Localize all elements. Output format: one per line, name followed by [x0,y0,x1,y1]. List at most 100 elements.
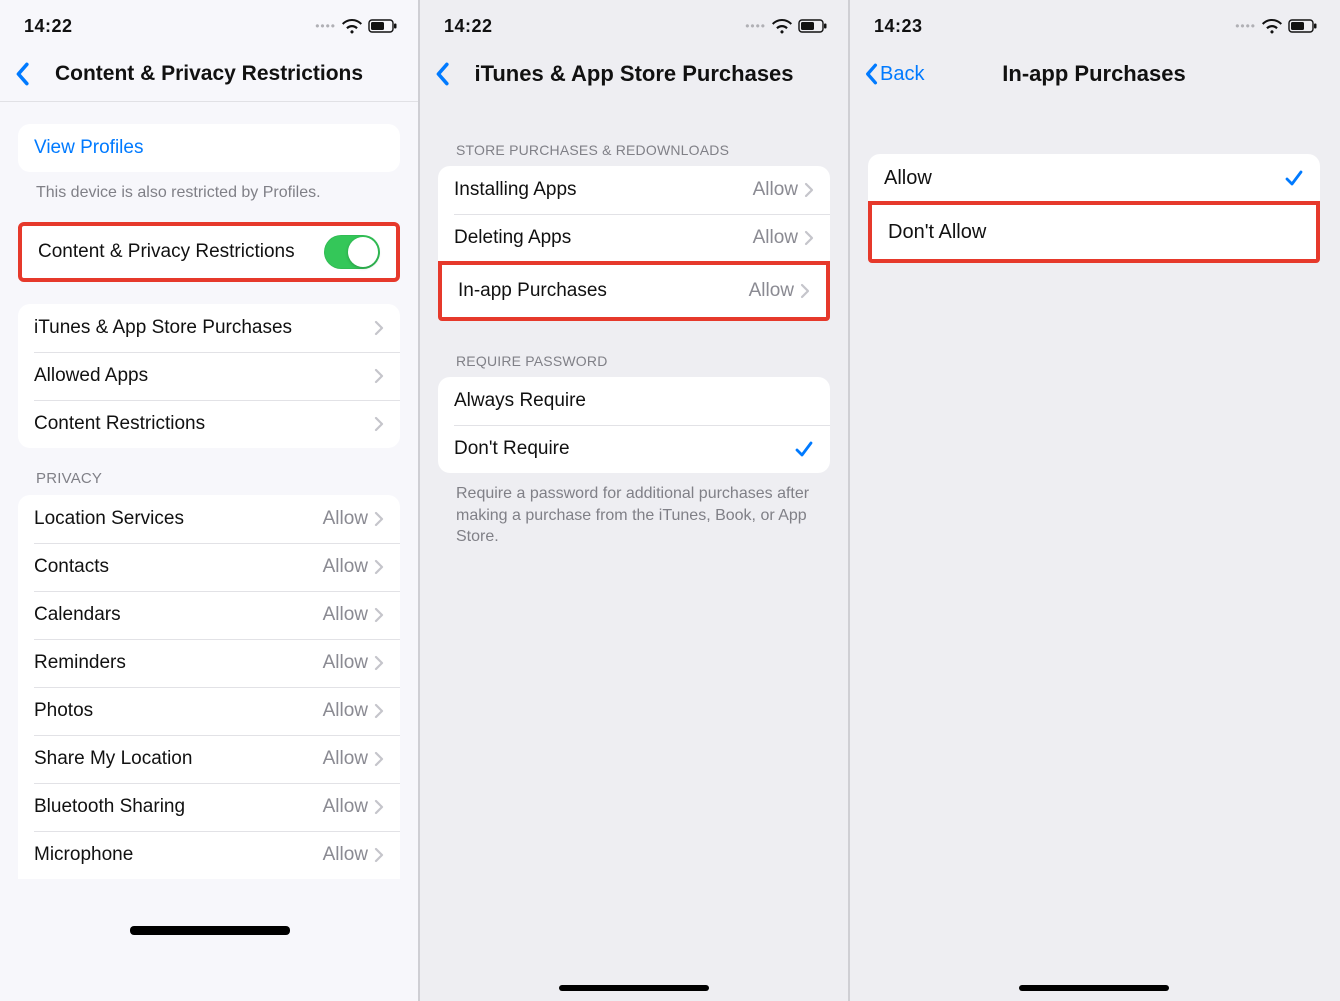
row-label: Allowed Apps [34,365,148,387]
row-value: Allow [323,748,368,770]
privacy-row-bluetooth[interactable]: Bluetooth Sharing Allow [18,783,400,831]
wifi-icon [342,19,362,34]
chevron-left-icon [434,62,450,86]
back-button[interactable]: Back [858,59,930,90]
content: View Profiles This device is also restri… [0,102,418,1001]
allowed-apps-row[interactable]: Allowed Apps [18,352,400,400]
row-label: Deleting Apps [454,227,571,249]
row-label: Contacts [34,556,109,578]
content-privacy-toggle-label: Content & Privacy Restrictions [38,241,295,263]
always-require-row[interactable]: Always Require [438,377,830,425]
status-right: •••• [745,19,828,34]
page-title: iTunes & App Store Purchases [420,61,848,87]
row-label: Content Restrictions [34,413,205,435]
nav-card: iTunes & App Store Purchases Allowed App… [18,304,400,448]
chevron-right-icon [374,703,384,719]
checkmark-icon [1284,169,1304,187]
row-label: Don't Allow [888,221,986,244]
chevron-right-icon [374,751,384,767]
row-label: Reminders [34,652,126,674]
screen-itunes-appstore: 14:22 •••• iTunes & App Store Purchases … [418,0,848,1001]
status-time: 14:22 [444,16,493,37]
dont-require-row[interactable]: Don't Require [438,425,830,473]
chevron-right-icon [374,655,384,671]
nav-bar: Back In-app Purchases [850,46,1338,102]
allow-option-row[interactable]: Allow [868,154,1320,202]
chevron-right-icon [374,559,384,575]
cellular-dots-icon: •••• [315,19,336,33]
page-title: Content & Privacy Restrictions [0,62,418,86]
privacy-row-reminders[interactable]: Reminders Allow [18,639,400,687]
row-value: Allow [323,844,368,866]
row-label: Bluetooth Sharing [34,796,185,818]
row-value: Allow [323,652,368,674]
wifi-icon [1262,19,1282,34]
deleting-apps-row[interactable]: Deleting Apps Allow [438,214,830,262]
row-label: Don't Require [454,438,570,460]
row-label: Installing Apps [454,179,577,201]
password-note: Require a password for additional purcha… [456,483,816,548]
nav-bar: iTunes & App Store Purchases [420,46,848,102]
row-label: Location Services [34,508,184,530]
nav-bar: Content & Privacy Restrictions [0,46,418,102]
privacy-header: PRIVACY [36,470,400,487]
content: Allow Don't Allow [850,154,1338,1001]
row-label: Microphone [34,844,133,866]
status-right: •••• [1235,19,1318,34]
status-right: •••• [315,19,398,34]
content-privacy-toggle-card: Content & Privacy Restrictions [18,222,400,282]
privacy-row-microphone[interactable]: Microphone Allow [18,831,400,879]
row-label: Share My Location [34,748,192,770]
chevron-right-icon [374,847,384,863]
home-indicator[interactable] [559,985,709,991]
row-value: Allow [323,556,368,578]
view-profiles-label: View Profiles [34,137,143,159]
home-indicator[interactable] [1019,985,1169,991]
chevron-right-icon [374,368,384,384]
chevron-left-icon [864,63,878,85]
back-button[interactable] [8,58,36,90]
chevron-right-icon [374,607,384,623]
redaction-bar [130,926,290,935]
checkmark-icon [794,440,814,458]
battery-icon [798,19,828,34]
row-label: In-app Purchases [458,280,607,302]
chevron-right-icon [804,182,814,198]
privacy-row-share-location[interactable]: Share My Location Allow [18,735,400,783]
profiles-note: This device is also restricted by Profil… [36,182,400,204]
content-privacy-toggle-row[interactable]: Content & Privacy Restrictions [22,226,396,278]
store-card: Installing Apps Allow Deleting Apps Allo… [438,166,830,262]
dont-allow-option-row[interactable]: Don't Allow [872,205,1316,259]
row-label: Calendars [34,604,121,626]
back-button[interactable] [428,58,456,90]
screen-in-app-purchases: 14:23 •••• Back In-app Purchases Allow D… [848,0,1338,1001]
content-restrictions-row[interactable]: Content Restrictions [18,400,400,448]
back-label: Back [880,63,924,86]
privacy-row-contacts[interactable]: Contacts Allow [18,543,400,591]
row-value: Allow [323,700,368,722]
privacy-row-location[interactable]: Location Services Allow [18,495,400,543]
chevron-right-icon [804,230,814,246]
in-app-purchases-row[interactable]: In-app Purchases Allow [442,265,826,317]
installing-apps-row[interactable]: Installing Apps Allow [438,166,830,214]
row-value: Allow [749,280,794,302]
status-bar: 14:23 •••• [850,0,1338,46]
status-bar: 14:22 •••• [0,0,418,46]
row-label: Always Require [454,390,586,412]
chevron-right-icon [374,320,384,336]
view-profiles-row[interactable]: View Profiles [18,124,400,172]
toggle-switch[interactable] [324,235,380,269]
wifi-icon [772,19,792,34]
row-label: iTunes & App Store Purchases [34,317,292,339]
chevron-right-icon [374,416,384,432]
status-time: 14:23 [874,16,923,37]
privacy-row-calendars[interactable]: Calendars Allow [18,591,400,639]
privacy-row-photos[interactable]: Photos Allow [18,687,400,735]
row-label: Allow [884,167,932,190]
status-bar: 14:22 •••• [420,0,848,46]
itunes-appstore-row[interactable]: iTunes & App Store Purchases [18,304,400,352]
row-value: Allow [753,227,798,249]
status-time: 14:22 [24,16,73,37]
store-header: STORE PURCHASES & REDOWNLOADS [456,142,830,158]
screen-content-privacy: 14:22 •••• Content & Privacy Restriction… [0,0,418,1001]
